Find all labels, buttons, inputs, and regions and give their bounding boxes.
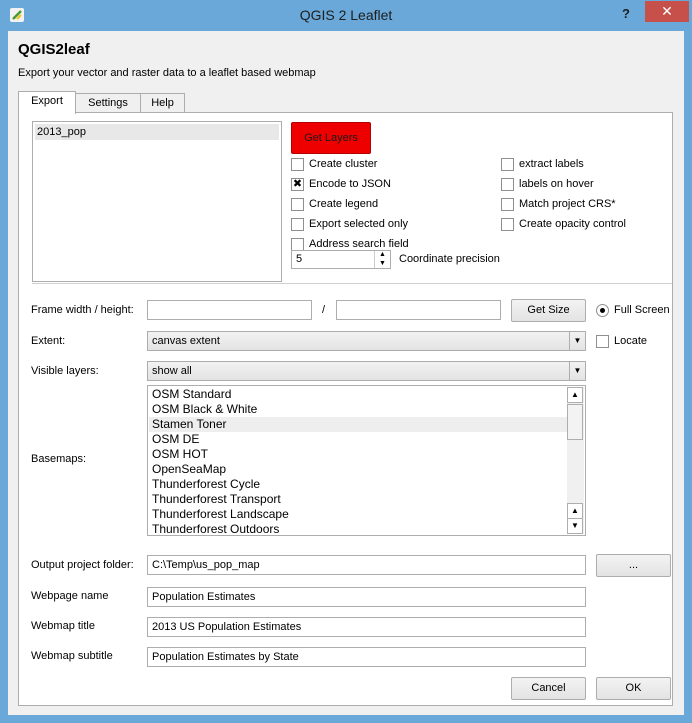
list-item[interactable]: OpenSeaMap [149,462,567,477]
create-legend-label: Create legend [309,198,379,210]
ok-button[interactable]: OK [596,677,671,700]
list-item[interactable]: Thunderforest Cycle [149,477,567,492]
scrollbar-thumb[interactable] [567,404,583,440]
encode-json-label: Encode to JSON [309,178,391,190]
webmap-title-label: Webmap title [31,620,95,632]
full-screen-radio[interactable] [596,304,609,317]
window-title: QGIS 2 Leaflet [299,7,393,23]
list-item[interactable]: Thunderforest Transport [149,492,567,507]
plugin-heading: QGIS2leaf [18,41,90,58]
frame-separator: / [322,304,326,316]
list-item[interactable]: OSM Black & White [149,402,567,417]
precision-value: 5 [296,253,303,265]
create-cluster-checkbox[interactable] [291,158,304,171]
webpage-name-input[interactable]: Population Estimates [147,587,586,607]
dialog-window: QGIS 2 Leaflet ? ✕ QGIS2leaf Export your… [0,0,692,723]
close-button[interactable]: ✕ [645,1,689,22]
extent-value: canvas extent [152,335,220,347]
scroll-up-icon[interactable]: ▲ [567,503,583,519]
scroll-down-icon[interactable]: ▼ [567,518,583,534]
webmap-title-input[interactable]: 2013 US Population Estimates [147,617,586,637]
chevron-down-icon: ▼ [569,362,585,380]
export-panel: 2013_pop Get Layers Create cluster ✖ Enc… [18,112,673,706]
get-layers-button[interactable]: Get Layers [291,122,371,154]
list-item[interactable]: OSM DE [149,432,567,447]
webmap-subtitle-input[interactable]: Population Estimates by State [147,647,586,667]
browse-button[interactable]: ... [596,554,671,577]
locate-checkbox[interactable] [596,335,609,348]
list-item[interactable]: OSM HOT [149,447,567,462]
extent-label: Extent: [31,335,66,347]
opacity-control-label: Create opacity control [519,218,626,230]
extent-dropdown[interactable]: canvas extent ▼ [147,331,586,351]
frame-label: Frame width / height: [31,304,134,316]
visible-layers-label: Visible layers: [31,365,99,377]
tab-settings[interactable]: Settings [75,93,141,113]
basemap-scrollbar[interactable]: ▲ ▲ ▼ [567,387,584,534]
tab-help[interactable]: Help [140,93,185,113]
separator [32,283,672,284]
locate-label: Locate [614,335,648,347]
get-size-button[interactable]: Get Size [511,299,586,322]
visible-layers-dropdown[interactable]: show all ▼ [147,361,586,381]
match-crs-label: Match project CRS* [519,198,616,210]
webpage-name-label: Webpage name [31,590,109,602]
extract-labels-checkbox[interactable] [501,158,514,171]
visible-layers-value: show all [152,365,192,377]
output-folder-input[interactable]: C:\Temp\us_pop_map [147,555,586,575]
frame-height-input[interactable] [336,300,501,320]
create-legend-checkbox[interactable] [291,198,304,211]
spin-down-icon[interactable]: ▼ [375,260,390,268]
radio-selected-dot [600,308,605,313]
create-cluster-label: Create cluster [309,158,378,170]
chevron-down-icon: ▼ [569,332,585,350]
spin-up-icon[interactable]: ▲ [375,251,390,259]
list-item[interactable]: Thunderforest Landscape [149,507,567,522]
tab-export[interactable]: Export [18,91,76,114]
title-bar[interactable]: QGIS 2 Leaflet ? ✕ [0,0,692,32]
precision-spinbox[interactable]: 5 ▲ ▼ [291,250,391,269]
plugin-description: Export your vector and raster data to a … [18,67,316,79]
export-selected-checkbox[interactable] [291,218,304,231]
cancel-button[interactable]: Cancel [511,677,586,700]
spin-arrows: ▲ ▼ [374,251,390,268]
list-item[interactable]: Stamen Toner [149,417,567,432]
frame-width-input[interactable] [147,300,312,320]
match-crs-checkbox[interactable] [501,198,514,211]
scroll-up-icon[interactable]: ▲ [567,387,583,403]
basemaps-label: Basemaps: [31,453,87,465]
encode-json-checkbox[interactable]: ✖ [291,178,304,191]
output-folder-label: Output project folder: [31,559,134,571]
layer-item[interactable]: 2013_pop [35,124,279,140]
list-item[interactable]: Thunderforest Outdoors [149,522,567,535]
labels-on-hover-label: labels on hover [519,178,594,190]
webmap-subtitle-label: Webmap subtitle [31,650,113,662]
basemap-list[interactable]: OSM Standard OSM Black & White Stamen To… [147,385,586,536]
dialog-body: QGIS2leaf Export your vector and raster … [8,31,684,715]
opacity-control-checkbox[interactable] [501,218,514,231]
layer-list[interactable]: 2013_pop [32,121,282,282]
labels-on-hover-checkbox[interactable] [501,178,514,191]
precision-label: Coordinate precision [399,253,500,265]
extract-labels-label: extract labels [519,158,584,170]
full-screen-label: Full Screen [614,304,670,316]
help-button[interactable]: ? [612,4,640,24]
export-selected-label: Export selected only [309,218,409,230]
list-item[interactable]: OSM Standard [149,387,567,402]
